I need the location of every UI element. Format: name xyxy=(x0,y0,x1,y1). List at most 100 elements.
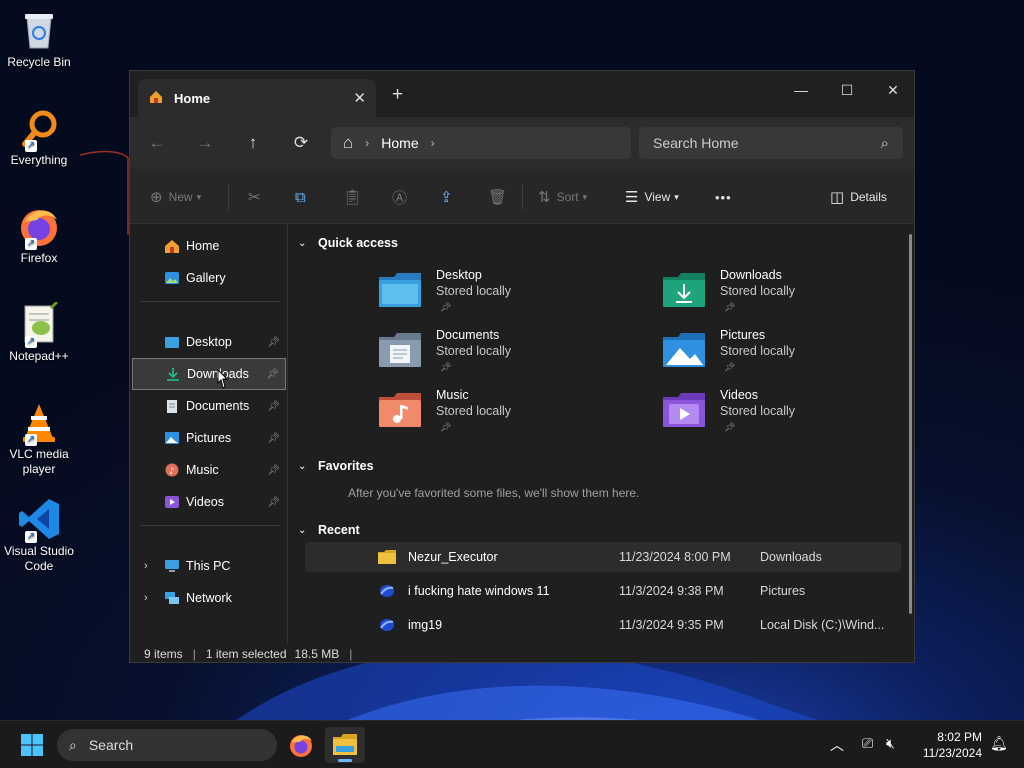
sidebar-item-downloads[interactable]: Downloads 📌︎ xyxy=(132,358,286,390)
vertical-scrollbar[interactable] xyxy=(909,234,912,614)
vlc-icon: ↗ xyxy=(17,400,61,446)
desktop-icon-label: Recycle Bin xyxy=(7,55,71,69)
copy-icon: ⧉ xyxy=(295,188,306,206)
view-button[interactable]: ☰ View ▾ xyxy=(625,186,679,208)
chevron-down-icon: ⌄ xyxy=(298,460,307,472)
close-tab-icon[interactable]: ✕ xyxy=(353,89,366,107)
sidebar-item-music[interactable]: ♪ Music 📌︎ xyxy=(132,454,286,486)
recent-row[interactable]: Nezur_Executor 11/23/2024 8:00 PM Downlo… xyxy=(305,542,901,572)
breadcrumb-separator-icon: › xyxy=(430,136,435,150)
system-clock[interactable]: 8:02 PM 11/23/2024 xyxy=(918,729,982,761)
folder-status: Stored locally xyxy=(720,344,796,358)
share-button[interactable]: ⇪ xyxy=(440,186,459,208)
sidebar-item-label: Home xyxy=(186,239,220,253)
taskbar-file-explorer[interactable] xyxy=(325,727,365,763)
recent-name: Nezur_Executor xyxy=(408,550,498,564)
recent-date: 11/3/2024 9:35 PM xyxy=(619,618,724,632)
status-divider: | xyxy=(192,646,196,661)
desktop-icon-firefox[interactable]: ↗ Firefox xyxy=(4,204,74,266)
folder-status: Stored locally xyxy=(720,404,796,418)
firefox-icon: ↗ xyxy=(17,204,61,250)
close-window-button[interactable]: ✕ xyxy=(870,75,914,105)
notepadpp-icon: ↗ xyxy=(17,300,61,348)
desktop-icon-vscode[interactable]: ↗ Visual Studio Code xyxy=(4,497,74,574)
videos-folder-icon xyxy=(164,495,180,509)
quick-access-videos[interactable]: Videos Stored locally 📌︎ xyxy=(662,388,914,444)
active-indicator xyxy=(338,759,352,762)
favorites-title: Favorites xyxy=(318,459,374,473)
paste-button[interactable]: 📋︎ xyxy=(343,186,368,208)
sidebar-item-gallery[interactable]: Gallery xyxy=(132,262,286,294)
back-button[interactable]: ← xyxy=(144,130,170,156)
refresh-button[interactable]: ⟳ xyxy=(288,130,314,156)
sidebar-divider xyxy=(140,301,280,302)
desktop-icon-everything[interactable]: ↗ Everything xyxy=(4,106,74,168)
mouse-cursor-icon xyxy=(217,369,229,389)
search-placeholder: Search Home xyxy=(653,135,739,151)
tab-home[interactable]: Home ✕ xyxy=(138,79,376,117)
rename-button[interactable]: Ⓐ xyxy=(392,186,413,208)
desktop-icon-recycle-bin[interactable]: Recycle Bin xyxy=(4,8,74,70)
maximize-button[interactable]: ☐ xyxy=(824,75,870,105)
chevron-up-icon[interactable]: ︿ xyxy=(830,735,844,755)
pin-icon: 📌︎ xyxy=(440,302,452,312)
minimize-button[interactable]: — xyxy=(778,75,824,105)
shortcut-arrow-icon: ↗ xyxy=(25,238,37,250)
pin-icon: 📌︎ xyxy=(267,432,280,444)
file-explorer-window: Home ✕ + — ☐ ✕ ← → ↑ ⟳ ⌂ › Home › Search… xyxy=(129,70,915,663)
paste-icon: 📋︎ xyxy=(343,189,363,206)
quick-access-desktop[interactable]: Desktop Stored locally 📌︎ xyxy=(378,268,638,324)
more-icon: ••• xyxy=(715,189,732,205)
volume-muted-icon[interactable]: 🔇︎ xyxy=(886,735,895,752)
search-input[interactable]: Search Home ⌕ xyxy=(639,127,903,159)
quick-access-music[interactable]: Music Stored locally 📌︎ xyxy=(378,388,638,444)
selection-count: 1 item selected xyxy=(205,646,287,661)
sidebar-item-desktop[interactable]: Desktop 📌︎ xyxy=(132,326,286,358)
see-more-button[interactable]: ••• xyxy=(715,186,732,208)
sort-button[interactable]: ⇅ Sort ▾ xyxy=(538,186,587,208)
image-file-icon xyxy=(380,619,394,631)
details-button[interactable]: ◫ Details xyxy=(830,186,887,208)
chevron-right-icon[interactable]: › xyxy=(144,560,148,572)
up-button[interactable]: ↑ xyxy=(240,130,266,156)
notification-bell-icon[interactable]: 🔔︎ xyxy=(990,735,1008,752)
copy-button[interactable]: ⧉ xyxy=(295,186,312,208)
sidebar-item-documents[interactable]: Documents 📌︎ xyxy=(132,390,286,422)
quick-access-documents[interactable]: Documents Stored locally 📌︎ xyxy=(378,328,638,384)
desktop-icon-label: Everything xyxy=(10,153,68,167)
start-button[interactable] xyxy=(12,727,52,763)
breadcrumb-home[interactable]: Home xyxy=(381,135,418,151)
recent-row[interactable]: i fucking hate windows 11 11/3/2024 9:38… xyxy=(305,576,901,606)
desktop-icon-vlc[interactable]: ↗ VLC media player xyxy=(4,400,74,477)
delete-button[interactable]: 🗑︎ xyxy=(488,186,513,208)
recent-header[interactable]: ⌄ Recent xyxy=(298,523,360,537)
forward-button[interactable]: → xyxy=(192,130,218,156)
new-label: New xyxy=(168,190,193,204)
recent-row[interactable]: img19 11/3/2024 9:35 PM Local Disk (C:)\… xyxy=(305,610,901,640)
folder-icon xyxy=(378,550,396,564)
sidebar-item-network[interactable]: › Network xyxy=(132,582,286,614)
taskbar-search[interactable]: ⌕ Search xyxy=(57,729,277,761)
sidebar-item-videos[interactable]: Videos 📌︎ xyxy=(132,486,286,518)
sidebar-item-pictures[interactable]: Pictures 📌︎ xyxy=(132,422,286,454)
recent-location: Local Disk (C:)\Wind... xyxy=(760,618,885,632)
pin-icon: 📌︎ xyxy=(440,422,452,432)
network-status-icon[interactable]: ⎚ xyxy=(862,735,873,752)
new-tab-button[interactable]: + xyxy=(392,84,403,106)
taskbar-firefox[interactable] xyxy=(281,727,321,763)
vscode-icon: ↗ xyxy=(17,497,61,543)
address-bar[interactable]: ⌂ › Home › xyxy=(331,127,631,159)
chevron-right-icon[interactable]: › xyxy=(144,592,148,604)
favorites-empty-note: After you've favorited some files, we'll… xyxy=(348,486,640,500)
desktop-icon-notepadpp[interactable]: ↗ Notepad++ xyxy=(4,300,74,364)
new-button[interactable]: ⊕ New ▾ xyxy=(150,186,201,208)
sidebar-item-home[interactable]: Home xyxy=(132,230,286,262)
sidebar-item-this-pc[interactable]: › This PC xyxy=(132,550,286,582)
folder-name: Downloads xyxy=(720,268,782,282)
downloads-folder-icon xyxy=(165,367,181,381)
quick-access-pictures[interactable]: Pictures Stored locally 📌︎ xyxy=(662,328,914,384)
favorites-header[interactable]: ⌄ Favorites xyxy=(298,459,374,473)
cut-button[interactable]: ✂ xyxy=(248,186,267,208)
quick-access-header[interactable]: ⌄ Quick access xyxy=(298,236,398,250)
quick-access-downloads[interactable]: Downloads Stored locally 📌︎ xyxy=(662,268,914,324)
